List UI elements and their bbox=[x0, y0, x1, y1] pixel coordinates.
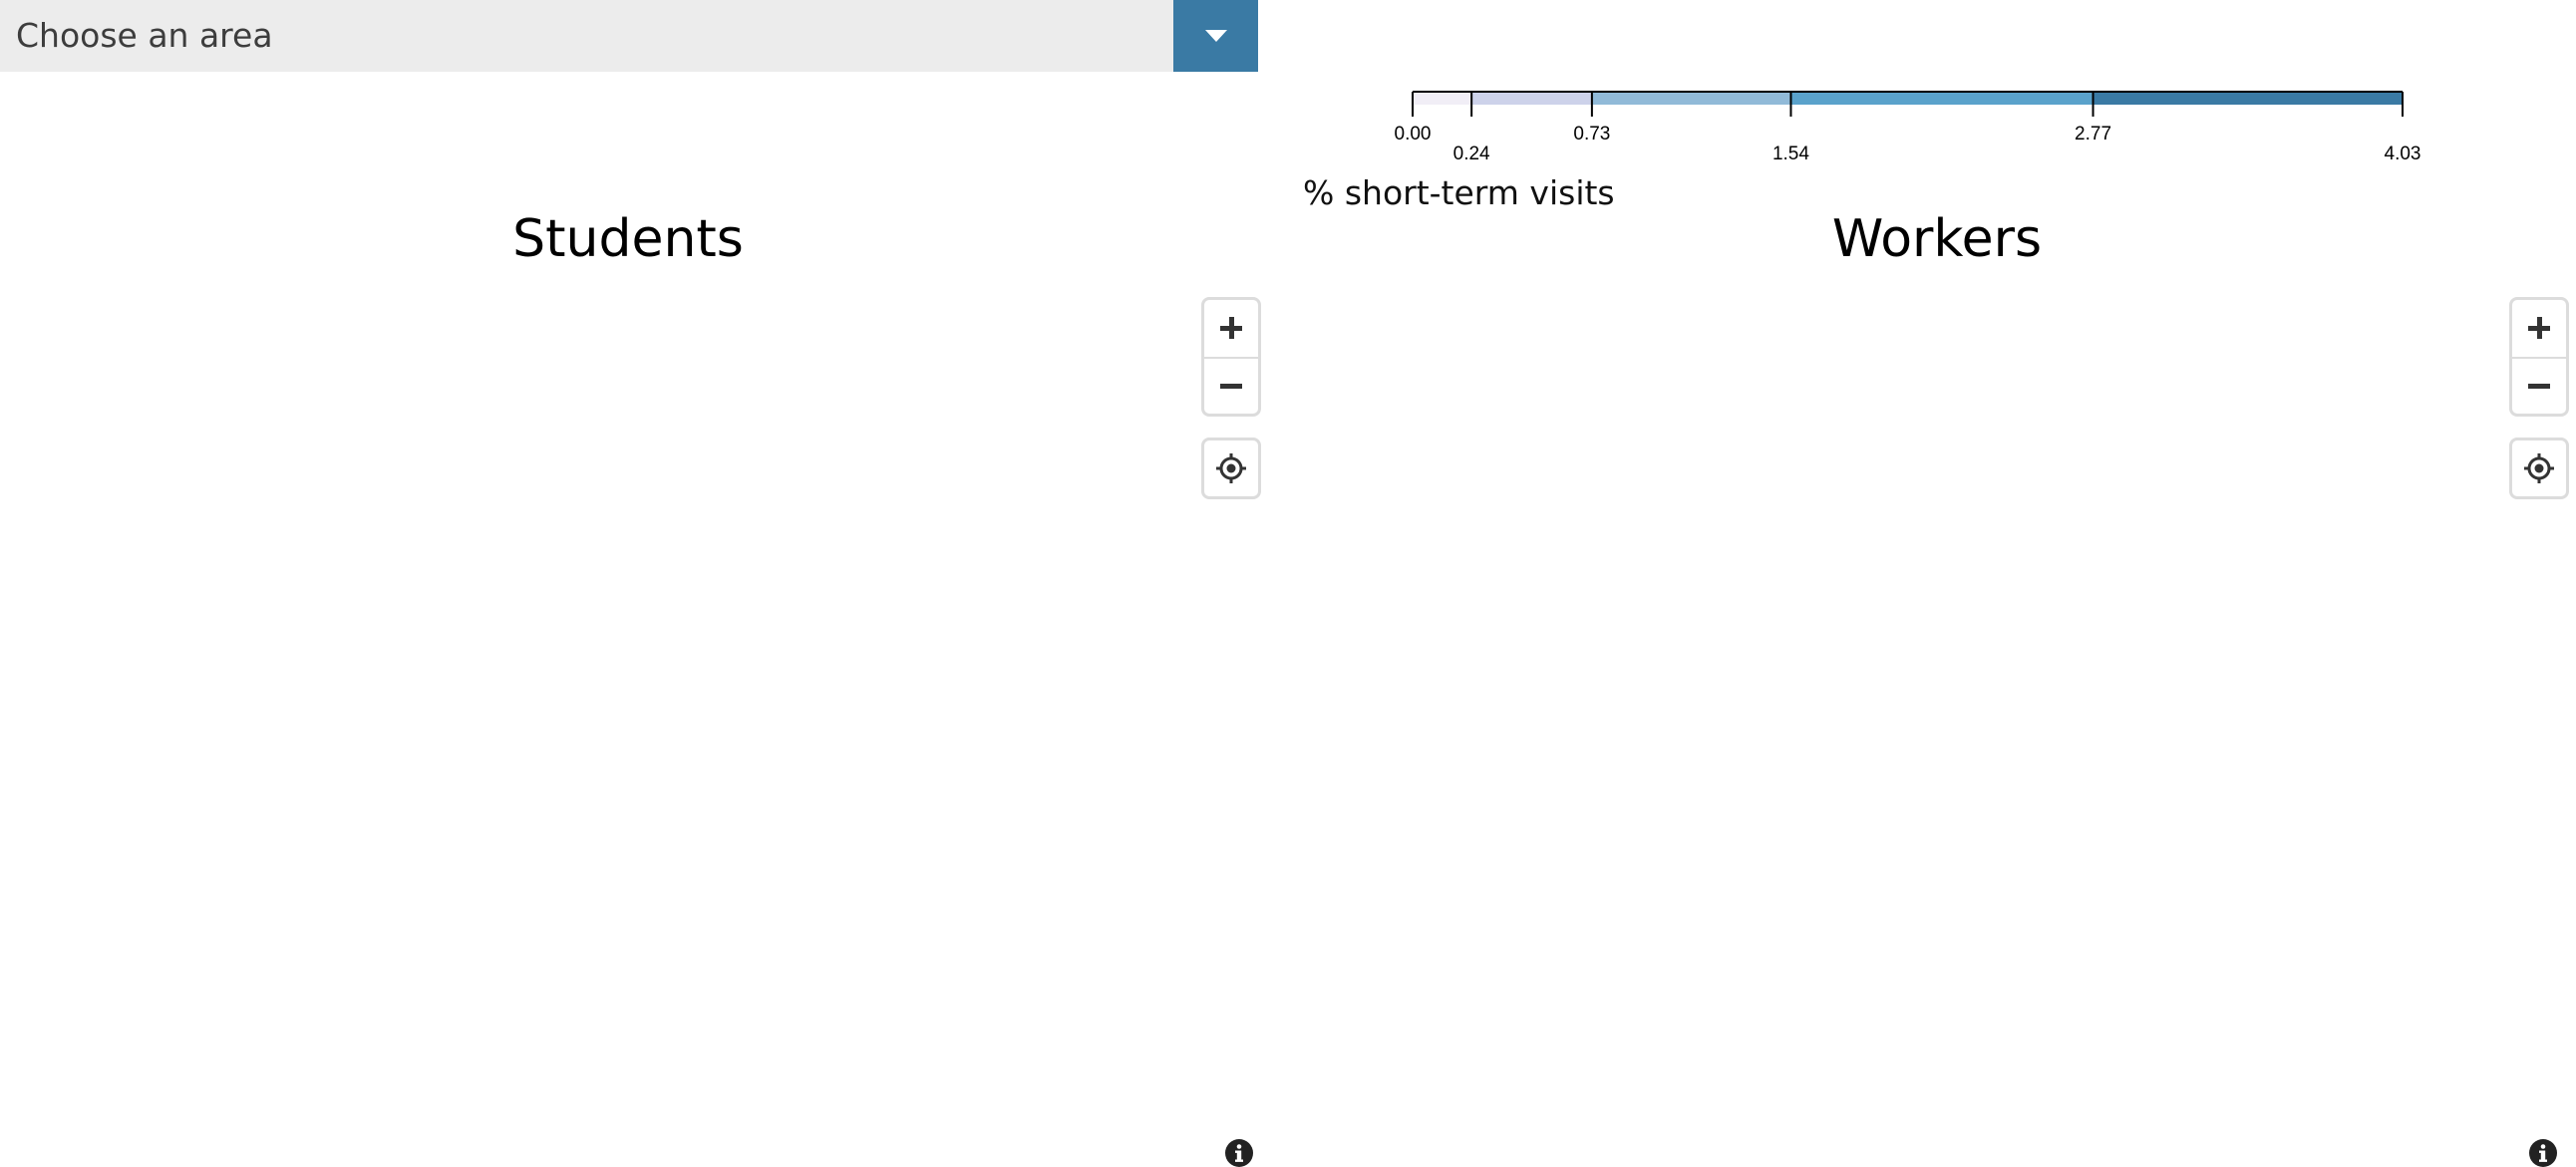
workers-panel-title: Workers bbox=[1831, 209, 2043, 269]
caret-down-icon bbox=[1205, 30, 1227, 42]
legend-tick-label: 0.73 bbox=[1573, 124, 1610, 145]
locate-icon bbox=[1216, 453, 1246, 483]
legend-title: % short-term visits bbox=[1303, 173, 1615, 212]
locate-icon bbox=[2524, 453, 2554, 483]
students-zoom-out-button[interactable] bbox=[1204, 357, 1258, 414]
legend-tick-label: 1.54 bbox=[1772, 144, 1809, 164]
app-root: Choose an area 0.00 0.24 0.73 1.54 2.77 4.03 … bbox=[0, 0, 2576, 1167]
workers-zoom-out-button[interactable] bbox=[2512, 357, 2566, 414]
area-select-value: Choose an area bbox=[16, 16, 273, 55]
area-select-toggle-button[interactable] bbox=[1173, 0, 1258, 72]
legend-tick-label: 0.00 bbox=[1395, 124, 1432, 145]
workers-zoom-control bbox=[2509, 297, 2569, 417]
students-panel-title: Students bbox=[512, 209, 744, 269]
area-select-dropdown[interactable]: Choose an area bbox=[0, 0, 1258, 72]
students-map[interactable] bbox=[0, 289, 1266, 1167]
students-zoom-in-button[interactable] bbox=[1204, 300, 1258, 357]
legend-swatch-0 bbox=[1413, 92, 1472, 105]
workers-map[interactable] bbox=[1286, 289, 2576, 1167]
info-icon bbox=[2529, 1139, 2557, 1167]
legend-tick-label: 4.03 bbox=[2385, 144, 2421, 164]
legend-swatch-1 bbox=[1471, 92, 1592, 105]
workers-locate-button[interactable] bbox=[2509, 438, 2569, 499]
legend-swatch-4 bbox=[2093, 92, 2403, 105]
workers-zoom-in-button[interactable] bbox=[2512, 300, 2566, 357]
workers-info-button[interactable] bbox=[2528, 1138, 2558, 1167]
info-icon bbox=[1225, 1139, 1253, 1167]
legend-tick-label: 2.77 bbox=[2075, 124, 2111, 145]
legend-swatch-2 bbox=[1591, 92, 1791, 105]
students-locate-button[interactable] bbox=[1201, 438, 1261, 499]
students-zoom-control bbox=[1201, 297, 1261, 417]
legend-tick-label: 0.24 bbox=[1453, 144, 1490, 164]
students-info-button[interactable] bbox=[1224, 1138, 1254, 1167]
legend-swatch-3 bbox=[1790, 92, 2093, 105]
